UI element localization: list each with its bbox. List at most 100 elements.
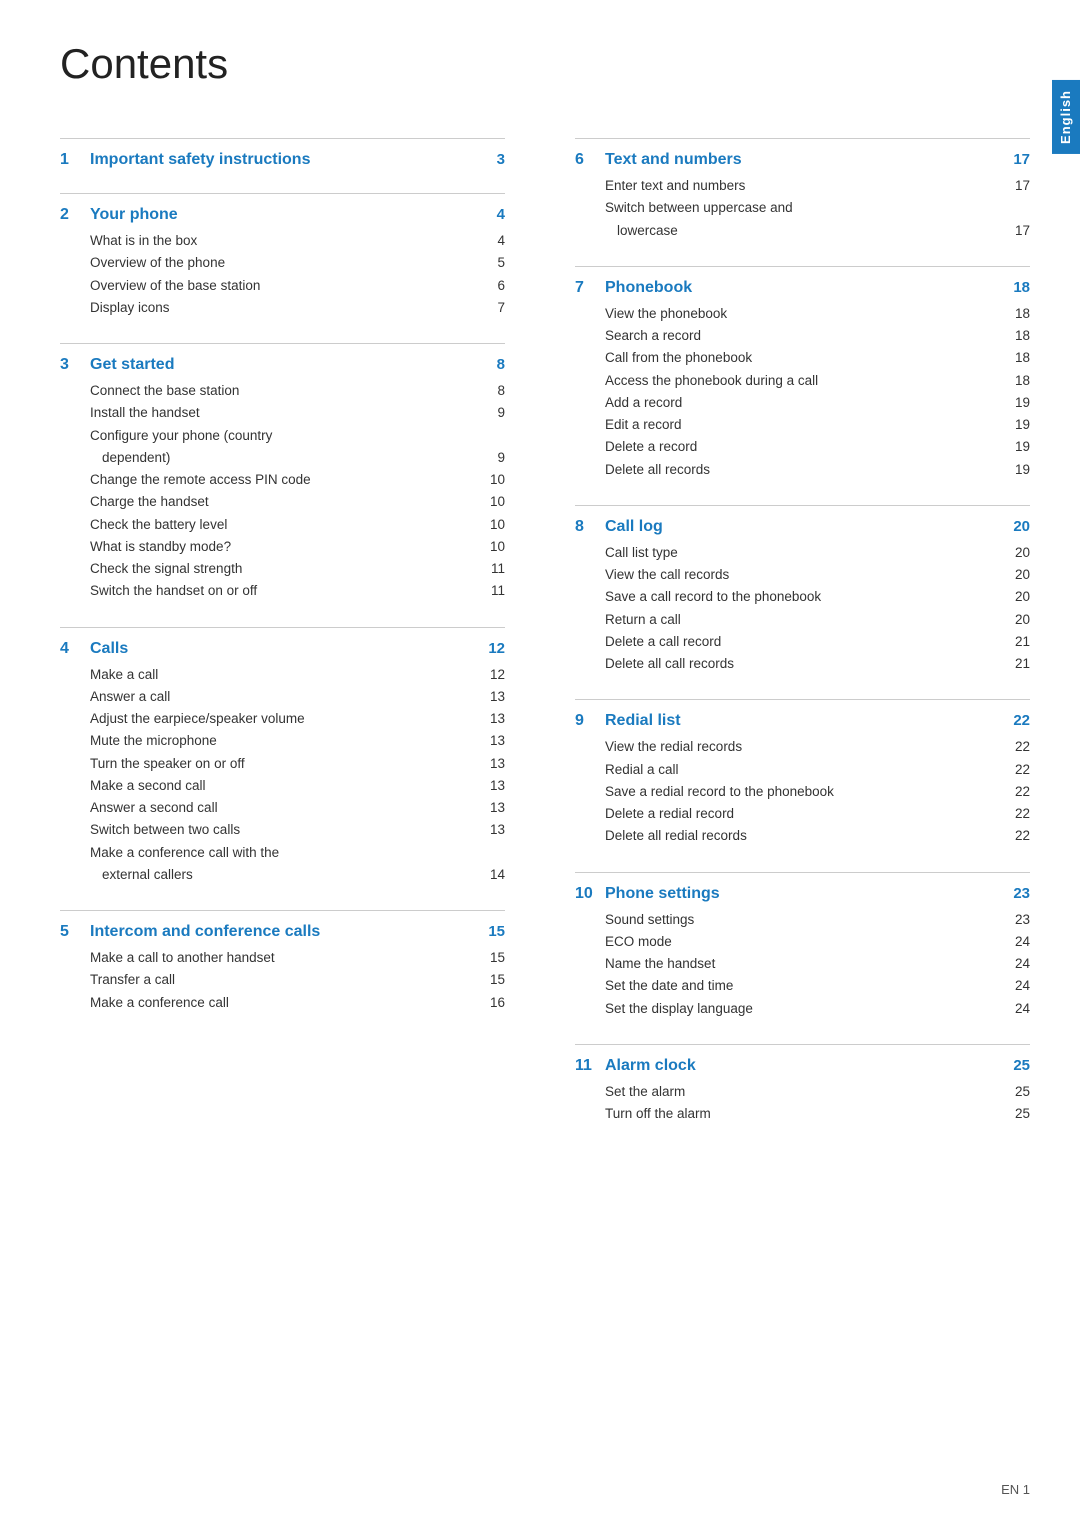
list-item: Return a call20 [575, 609, 1030, 631]
section-number-4: 4 [60, 640, 84, 658]
item-page: 21 [1000, 656, 1030, 671]
item-page: 5 [475, 255, 505, 270]
item-text: Call list type [605, 543, 1000, 563]
section-number-8: 8 [575, 518, 599, 536]
list-item: View the phonebook18 [575, 303, 1030, 325]
item-page: 25 [1000, 1106, 1030, 1121]
section-page-3: 8 [475, 356, 505, 373]
section-number-7: 7 [575, 279, 599, 297]
item-text: Set the date and time [605, 976, 1000, 996]
item-text: View the phonebook [605, 304, 1000, 324]
list-item: Adjust the earpiece/speaker volume13 [60, 708, 505, 730]
item-text: Delete all call records [605, 654, 1000, 674]
page-title: Contents [60, 40, 1030, 88]
list-item: Add a record19 [575, 392, 1030, 414]
item-page: 6 [475, 278, 505, 293]
item-text: external callers [102, 865, 475, 885]
item-page: 20 [1000, 545, 1030, 560]
list-item: external callers14 [60, 864, 505, 886]
item-page: 12 [475, 667, 505, 682]
item-text: dependent) [102, 448, 475, 468]
list-item: Display icons7 [60, 297, 505, 319]
item-text: Make a conference call with the [90, 843, 475, 863]
item-page: 24 [1000, 934, 1030, 949]
list-item: Make a call to another handset15 [60, 947, 505, 969]
item-page: 19 [1000, 462, 1030, 477]
item-text: Delete all redial records [605, 826, 1000, 846]
section-title-4: Calls [90, 640, 475, 658]
list-item: Call list type20 [575, 542, 1030, 564]
section-page-10: 23 [1000, 885, 1030, 902]
section-6: 6Text and numbers17Enter text and number… [575, 138, 1030, 242]
section-page-1: 3 [475, 151, 505, 168]
item-text: Name the handset [605, 954, 1000, 974]
toc-left-column: 1Important safety instructions32Your pho… [60, 138, 525, 1038]
section-title-2: Your phone [90, 206, 475, 224]
item-text: Answer a call [90, 687, 475, 707]
item-text: Return a call [605, 610, 1000, 630]
list-item: lowercase17 [575, 220, 1030, 242]
item-page: 13 [475, 733, 505, 748]
list-item: Configure your phone (country [60, 425, 505, 447]
item-page: 10 [475, 494, 505, 509]
item-text: Connect the base station [90, 381, 475, 401]
item-page: 24 [1000, 1001, 1030, 1016]
item-text: Install the handset [90, 403, 475, 423]
section-3: 3Get started8Connect the base station8In… [60, 343, 505, 603]
item-text: Check the signal strength [90, 559, 475, 579]
section-page-2: 4 [475, 206, 505, 223]
item-text: Adjust the earpiece/speaker volume [90, 709, 475, 729]
list-item: Make a second call13 [60, 775, 505, 797]
language-tab: English [1052, 80, 1080, 154]
item-page: 11 [475, 561, 505, 576]
item-text: Set the alarm [605, 1082, 1000, 1102]
list-item: Edit a record19 [575, 414, 1030, 436]
list-item: Switch the handset on or off11 [60, 580, 505, 602]
section-number-6: 6 [575, 151, 599, 169]
section-page-11: 25 [1000, 1057, 1030, 1074]
item-page: 24 [1000, 956, 1030, 971]
item-text: Edit a record [605, 415, 1000, 435]
list-item: What is standby mode?10 [60, 536, 505, 558]
list-item: Set the date and time24 [575, 975, 1030, 997]
section-8: 8Call log20Call list type20View the call… [575, 505, 1030, 676]
item-text: Delete all records [605, 460, 1000, 480]
item-text: Save a call record to the phonebook [605, 587, 1000, 607]
item-page: 13 [475, 689, 505, 704]
list-item: Call from the phonebook18 [575, 347, 1030, 369]
section-title-10: Phone settings [605, 885, 1000, 903]
item-text: What is standby mode? [90, 537, 475, 557]
item-text: Call from the phonebook [605, 348, 1000, 368]
section-number-5: 5 [60, 923, 84, 941]
item-text: Turn off the alarm [605, 1104, 1000, 1124]
section-page-4: 12 [475, 640, 505, 657]
item-page: 4 [475, 233, 505, 248]
item-page: 22 [1000, 806, 1030, 821]
section-5: 5Intercom and conference calls15Make a c… [60, 910, 505, 1014]
item-text: Enter text and numbers [605, 176, 1000, 196]
item-text: Transfer a call [90, 970, 475, 990]
list-item: Answer a second call13 [60, 797, 505, 819]
item-text: Delete a redial record [605, 804, 1000, 824]
item-page: 20 [1000, 589, 1030, 604]
item-text: Turn the speaker on or off [90, 754, 475, 774]
list-item: Overview of the phone5 [60, 252, 505, 274]
section-title-9: Redial list [605, 712, 1000, 730]
item-text: Charge the handset [90, 492, 475, 512]
item-page: 10 [475, 517, 505, 532]
item-page: 9 [475, 405, 505, 420]
item-page: 22 [1000, 739, 1030, 754]
list-item: Save a call record to the phonebook20 [575, 586, 1030, 608]
list-item: Access the phonebook during a call18 [575, 370, 1030, 392]
item-page: 15 [475, 972, 505, 987]
item-text: Mute the microphone [90, 731, 475, 751]
item-text: Search a record [605, 326, 1000, 346]
item-page: 19 [1000, 417, 1030, 432]
item-text: Make a call [90, 665, 475, 685]
list-item: Turn the speaker on or off13 [60, 753, 505, 775]
list-item: View the redial records22 [575, 736, 1030, 758]
section-11: 11Alarm clock25Set the alarm25Turn off t… [575, 1044, 1030, 1126]
item-page: 17 [1000, 178, 1030, 193]
list-item: Delete all records19 [575, 459, 1030, 481]
list-item: Enter text and numbers17 [575, 175, 1030, 197]
